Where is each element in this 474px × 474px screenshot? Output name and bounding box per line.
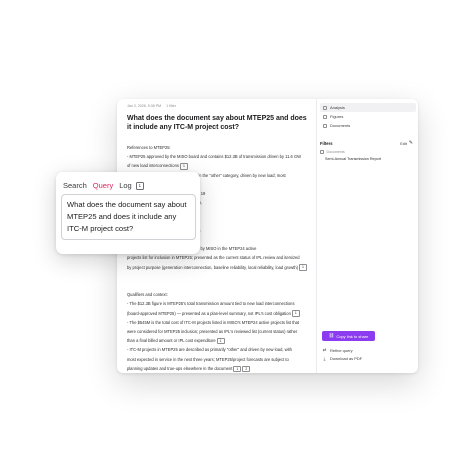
answer-line-text: of new load interconnections — [127, 163, 179, 169]
right-sidebar: Analysis Figures Documents Filters Edit … — [317, 99, 418, 373]
refine-query-button[interactable]: ⇄ Refine query — [322, 347, 353, 353]
sidebar-item-analysis[interactable]: Analysis — [320, 103, 416, 112]
download-label: Download as PDF — [330, 356, 363, 361]
citation-badge[interactable]: 1 — [298, 264, 307, 271]
copy-link-button[interactable]: ⛓ Copy link to share — [322, 331, 375, 341]
answer-line: of new load interconnections 1 — [127, 161, 311, 170]
sidebar-nav: Analysis Figures Documents — [320, 103, 416, 130]
answer-line-text: than a final billed amount or IPL cost e… — [127, 338, 216, 344]
analysis-icon — [323, 105, 327, 110]
sidebar-item-figures[interactable]: Figures — [320, 112, 416, 121]
refine-label: Refine query — [330, 347, 353, 353]
answer-line: planning updates and true-ups elsewhere … — [127, 364, 311, 373]
answer-line: - MTEP25 approved by the MISO board and … — [127, 152, 311, 161]
answer-line-text: Qualifiers and context: — [127, 292, 168, 298]
filters-header: Filters Edit ✎ — [320, 141, 413, 147]
answer-line: most expected in service in the next thr… — [127, 355, 311, 364]
answer-line-text: - The $545M is the total cost of ITC-M p… — [127, 319, 300, 325]
answer-line-text: (board-approved MTEP25) — presented as a… — [127, 310, 291, 316]
answer-line: projects list for inclusion in MTEP25; p… — [127, 253, 311, 262]
answer-line-text: - ITC-M projects in MTEP25 are described… — [127, 347, 292, 353]
citation-badge[interactable]: 1 — [233, 365, 242, 372]
answer-line: by project purpose (generation interconn… — [127, 263, 311, 272]
answer-line — [127, 281, 311, 290]
citation-badge[interactable]: 1 — [216, 337, 225, 345]
answer-line-text: - MTEP25 approved by the MISO board and … — [127, 154, 301, 160]
answer-line: (board-approved MTEP25) — presented as a… — [127, 309, 311, 318]
share-label: Copy link to share — [336, 333, 369, 339]
answer-line: were considered for MTEP25 inclusion; pr… — [127, 327, 311, 336]
tab-query[interactable]: Query — [93, 181, 113, 190]
refine-icon: ⇄ — [322, 347, 327, 352]
tab-log[interactable]: Log — [119, 181, 132, 190]
filters-label: Filters — [320, 141, 333, 146]
sidebar-item-documents[interactable]: Documents — [320, 121, 416, 130]
edit-label: Edit — [400, 141, 407, 146]
link-icon: ⛓ — [328, 333, 335, 338]
answer-line-text: were considered for MTEP25 inclusion; pr… — [127, 328, 298, 334]
answer-line-text: most expected in service in the next thr… — [127, 356, 289, 362]
sidebar-item-label: Documents — [330, 123, 351, 128]
tab-search[interactable]: Search — [63, 181, 87, 190]
download-icon: ⤓ — [323, 356, 326, 361]
figures-icon — [323, 114, 327, 119]
answer-line-text: References to MTEP25: — [127, 145, 171, 150]
query-date: Jan 3, 2026, 5:38 PM — [127, 104, 162, 108]
filter-group-label: Documents — [326, 150, 345, 154]
answer-line-text: - The $12.3B figure is MTEP25's total tr… — [127, 301, 295, 307]
document-icon — [320, 150, 324, 154]
answer-line-text: projects list for inclusion in MTEP25; p… — [127, 255, 300, 261]
query-input-text: What does the document say about MTEP25 … — [67, 200, 187, 233]
popup-tabs: Search Query Log 1 — [63, 181, 144, 190]
citation-badge[interactable]: 1 — [179, 163, 188, 170]
documents-icon — [323, 123, 327, 128]
answer-line: References to MTEP25: — [127, 143, 311, 152]
answer-line: Qualifiers and context: — [127, 290, 311, 299]
answer-line: - ITC-M projects in MTEP25 are described… — [127, 345, 311, 354]
query-input[interactable]: What does the document say about MTEP25 … — [61, 194, 196, 240]
filter-count: 1 filter — [166, 104, 176, 108]
answer-line-text: by project purpose (generation interconn… — [127, 264, 298, 270]
answer-line: than a final billed amount or IPL cost e… — [127, 336, 311, 345]
edit-filters-button[interactable]: Edit ✎ — [400, 141, 413, 146]
answer-line: - The $545M is the total cost of ITC-M p… — [127, 318, 311, 327]
citation-badge[interactable]: 2 — [242, 365, 251, 372]
answer-line: - The $12.3B figure is MTEP25's total tr… — [127, 299, 311, 308]
pencil-icon: ✎ — [408, 140, 413, 146]
filter-group-documents: Documents — [320, 150, 345, 154]
query-popup: Search Query Log 1 What does the documen… — [56, 172, 200, 254]
log-count-badge: 1 — [135, 181, 144, 190]
citation-badge[interactable]: 1 — [291, 310, 300, 317]
answer-line — [127, 272, 311, 281]
question-title: What does the document say about MTEP25 … — [127, 115, 307, 131]
answer-line-text: planning updates and true-ups elsewhere … — [127, 365, 233, 371]
download-pdf-button[interactable]: ⤓ Download as PDF — [322, 356, 362, 361]
query-meta: Jan 3, 2026, 5:38 PM 1 filter — [127, 104, 180, 108]
filter-value: Semi-Annual Transmission Report — [325, 157, 381, 161]
sidebar-item-label: Analysis — [330, 105, 345, 110]
sidebar-item-label: Figures — [330, 114, 344, 119]
